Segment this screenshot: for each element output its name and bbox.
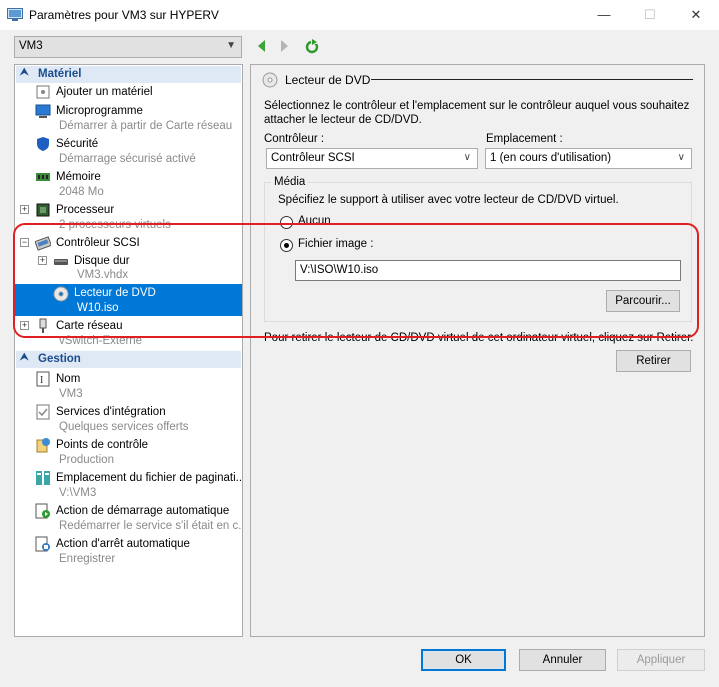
collapse-chevron-icon: ⮝ xyxy=(20,67,29,78)
checkpoint-icon xyxy=(36,438,50,453)
close-button[interactable]: ✕ xyxy=(673,0,719,30)
settings-tree: ⮝ Matériel Ajouter un matériel Microprog… xyxy=(14,64,243,637)
maximize-button[interactable]: ☐ xyxy=(627,0,673,30)
remove-button[interactable]: Retirer xyxy=(616,350,691,372)
tree-item-label: Nom xyxy=(56,373,81,385)
media-description: Spécifiez le support à utiliser avec vot… xyxy=(278,194,619,206)
tree-item-subtext: Démarrer à partir de Carte réseau xyxy=(59,120,233,132)
tree-item-label: Processeur xyxy=(56,204,115,216)
section-header-materiel[interactable]: ⮝ Matériel xyxy=(16,66,241,83)
tree-item-label: Microprogramme xyxy=(56,105,143,117)
tree-item-arret-auto[interactable]: Action d'arrêt automatique Enregistrer xyxy=(15,535,242,566)
tree-item-ajouter-materiel[interactable]: Ajouter un matériel xyxy=(15,83,242,100)
integration-services-icon xyxy=(36,404,50,420)
tree-item-demarrage-auto[interactable]: Action de démarrage automatique Redémarr… xyxy=(15,502,242,533)
settings-panel: Lecteur de DVD Sélectionnez le contrôleu… xyxy=(250,64,705,637)
tree-item-label: Points de contrôle xyxy=(56,439,149,451)
tree-item-memoire[interactable]: Mémoire 2048 Mo xyxy=(15,168,242,199)
tree-item-label: Action de démarrage automatique xyxy=(56,505,230,517)
chevron-down-icon: ▼ xyxy=(226,40,236,51)
auto-start-icon xyxy=(35,503,50,519)
auto-stop-icon xyxy=(35,536,50,552)
tree-item-points-controle[interactable]: Points de contrôle Production xyxy=(15,436,242,467)
add-hardware-icon xyxy=(36,85,50,99)
apply-button[interactable]: Appliquer xyxy=(617,649,705,671)
tree-item-label: Action d'arrêt automatique xyxy=(56,538,190,550)
tree-item-label: Services d'intégration xyxy=(56,406,166,418)
highlight-annotation xyxy=(13,223,699,338)
minimize-button[interactable]: — xyxy=(581,0,627,30)
vm-selector-value: VM3 xyxy=(19,40,43,52)
panel-title: Lecteur de DVD xyxy=(285,73,371,87)
controller-value: Contrôleur SCSI xyxy=(271,152,355,164)
controller-label: Contrôleur : xyxy=(264,133,325,145)
tree-item-label: Sécurité xyxy=(56,138,99,150)
section-header-gestion[interactable]: ⮝ Gestion xyxy=(16,351,241,368)
tree-item-subtext: VM3 xyxy=(59,388,83,400)
location-label: Emplacement : xyxy=(486,133,563,145)
processor-icon xyxy=(36,203,50,217)
tree-item-subtext: Redémarrer le service s'il était en c... xyxy=(59,520,243,532)
name-icon: I xyxy=(36,371,50,387)
media-group-label: Média xyxy=(271,176,309,188)
tree-item-subtext: Production xyxy=(59,454,114,466)
ok-button[interactable]: OK xyxy=(421,649,506,671)
chevron-down-icon: ∨ xyxy=(677,152,685,163)
paging-file-icon xyxy=(36,471,50,485)
window-title: Paramètres pour VM3 sur HYPERV xyxy=(29,8,219,22)
refresh-icon[interactable] xyxy=(304,38,320,54)
title-divider xyxy=(371,79,693,80)
tree-item-subtext: 2048 Mo xyxy=(59,186,104,198)
vm-selector[interactable]: VM3 ▼ xyxy=(14,36,242,58)
tree-item-nom[interactable]: I Nom VM3 xyxy=(15,370,242,401)
expand-icon[interactable]: + xyxy=(20,205,29,214)
tree-item-subtext: Quelques services offerts xyxy=(59,421,189,433)
tree-item-securite[interactable]: Sécurité Démarrage sécurisé activé xyxy=(15,135,242,166)
section-label: Matériel xyxy=(38,68,82,80)
chevron-down-icon: ∨ xyxy=(463,152,471,163)
cancel-button[interactable]: Annuler xyxy=(519,649,606,671)
collapse-chevron-icon: ⮝ xyxy=(20,352,29,363)
svg-text:I: I xyxy=(40,375,43,386)
shield-icon xyxy=(37,137,49,151)
tree-item-label: Emplacement du fichier de paginati... xyxy=(56,472,243,484)
tree-item-subtext: V:\VM3 xyxy=(59,487,97,499)
tree-item-microprogramme[interactable]: Microprogramme Démarrer à partir de Cart… xyxy=(15,102,242,133)
dvd-drive-icon xyxy=(262,72,278,88)
tree-item-subtext: Démarrage sécurisé activé xyxy=(59,153,196,165)
hyperv-settings-icon xyxy=(7,8,23,21)
tree-item-services-integration[interactable]: Services d'intégration Quelques services… xyxy=(15,403,242,434)
location-select[interactable]: 1 (en cours d'utilisation) ∨ xyxy=(485,148,692,169)
back-arrow-icon[interactable] xyxy=(254,38,270,54)
tree-item-fichier-pagination[interactable]: Emplacement du fichier de paginati... V:… xyxy=(15,469,242,500)
section-label: Gestion xyxy=(38,353,81,365)
memory-icon xyxy=(36,173,50,181)
tree-item-label: Mémoire xyxy=(56,171,101,183)
tree-item-label: Ajouter un matériel xyxy=(56,86,153,98)
panel-description: Sélectionnez le contrôleur et l'emplacem… xyxy=(264,100,690,126)
forward-arrow-icon[interactable] xyxy=(276,38,292,54)
firmware-icon xyxy=(35,104,51,118)
location-value: 1 (en cours d'utilisation) xyxy=(490,152,612,164)
tree-item-subtext: Enregistrer xyxy=(59,553,116,565)
controller-select[interactable]: Contrôleur SCSI ∨ xyxy=(266,148,478,169)
title-bar: Paramètres pour VM3 sur HYPERV — ☐ ✕ xyxy=(0,0,719,30)
